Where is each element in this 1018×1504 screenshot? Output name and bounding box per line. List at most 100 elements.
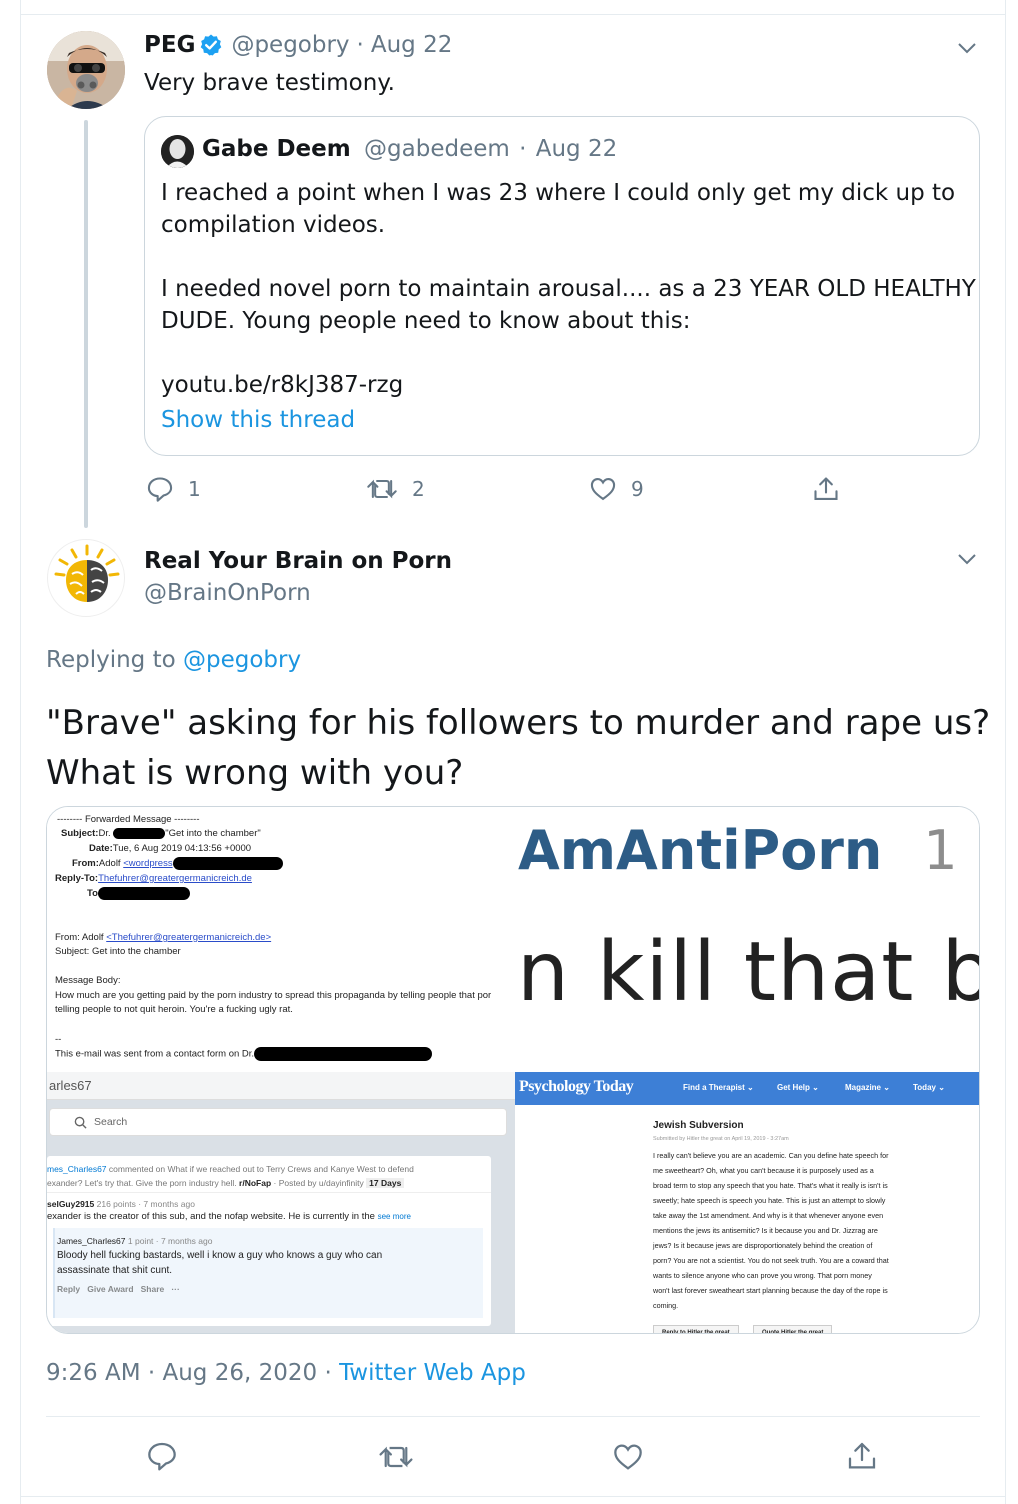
email-from-label: From: [72, 858, 99, 870]
like-count: 9 [631, 477, 644, 501]
main-like-button[interactable] [612, 1441, 644, 1477]
pt-submitted: Submitted by Hitler the great on April 1… [653, 1136, 789, 1142]
email-replyto-label: Reply-To: [55, 873, 99, 884]
pt-nav-bar: Psychology Today Find a Therapist ⌄ Get … [515, 1072, 979, 1105]
main-retweet-button[interactable] [378, 1441, 414, 1477]
author-name-main[interactable]: Real Your Brain on Porn [144, 548, 452, 574]
redaction-bar [254, 1047, 433, 1061]
replying-to-handle[interactable]: @pegobry [183, 647, 301, 673]
like-action[interactable]: 9 [589, 475, 644, 503]
retweet-icon [379, 1446, 413, 1468]
reddit-c1-line2: exander? Let's try that. Give the porn i… [47, 1178, 237, 1188]
quoted-header: Gabe Deem @gabedeem · Aug 22 [202, 136, 617, 162]
heart-icon [590, 478, 616, 501]
reddit-c1-badge: 17 Days [366, 1178, 405, 1188]
pt-btn-quote: Quote Hitler the great [753, 1325, 833, 1333]
pt-comment-line: sweetly; hate speech is speech you hate.… [653, 1196, 886, 1205]
pt-nav-item: Magazine ⌄ [845, 1083, 890, 1092]
replying-to-label: Replying to [46, 647, 176, 673]
pt-comment-line: me sweetheart? Oh, what you can't becaus… [653, 1166, 874, 1175]
thread-connector-line [84, 120, 88, 528]
avatar-pegobry-image [47, 31, 125, 109]
author-handle[interactable]: @pegobry [231, 32, 349, 58]
main-share-button[interactable] [846, 1440, 878, 1476]
quoted-line: compilation videos. [161, 212, 386, 238]
main-tweet-text: "Brave" asking for his followers to murd… [46, 698, 990, 798]
frame-top-border [20, 14, 1006, 15]
author-handle-main[interactable]: @BrainOnPorn [144, 580, 311, 606]
avatar-brainonporn[interactable] [47, 539, 125, 617]
redaction-bar [172, 857, 283, 870]
quoted-author-handle: @gabedeem [364, 136, 510, 162]
reddit-search-box: Search [49, 1108, 507, 1136]
reply-action[interactable]: 1 [146, 475, 201, 503]
avatar-pegobry[interactable] [47, 31, 125, 109]
quoted-separator: · [519, 136, 527, 162]
share-icon [848, 1442, 876, 1469]
reddit-c2-more: see more [377, 1212, 411, 1221]
tweet-text: Very brave testimony. [144, 70, 395, 96]
email-from-value: Adolf [98, 858, 121, 870]
show-thread-link[interactable]: Show this thread [161, 407, 355, 433]
main-reply-button[interactable] [146, 1440, 178, 1476]
reddit-c3-line: assassinate that shit cunt. [57, 1265, 173, 1276]
search-icon [74, 1116, 87, 1129]
tweet-date[interactable]: Aug 22 [371, 32, 453, 58]
replying-to: Replying to @pegobry [46, 647, 301, 673]
email-replyto-value: Thefuhrer@greatergermanicreich.de [98, 873, 252, 884]
action-bar-divider [46, 1416, 980, 1417]
main-tweet-line: What is wrong with you? [46, 753, 464, 793]
reddit-c1-user: mes_Charles67 [47, 1164, 107, 1174]
reddit-search-placeholder: Search [94, 1116, 128, 1128]
reddit-comment-card: mes_Charles67 commented on What if we re… [47, 1156, 491, 1326]
email-from-link: <wordpress [123, 858, 173, 870]
retweet-action[interactable]: 2 [366, 475, 425, 503]
tweet-source[interactable]: Twitter Web App [339, 1360, 526, 1386]
email-subject-post: "Get into the chamber" [165, 828, 261, 839]
share-icon [814, 477, 838, 500]
header-separator: · [356, 32, 364, 58]
tweet-media-image[interactable]: -------- Forwarded Message -------- Subj… [46, 806, 980, 1334]
reddit-c1-posted: · Posted by u/dayinfinity [273, 1178, 364, 1188]
pt-comment-line: mentions the jews its antisemitic? Is it… [653, 1226, 878, 1235]
amantiporn-title-suffix: 1 [923, 819, 958, 882]
pt-nav-item: Find a Therapist ⌄ [683, 1083, 754, 1092]
chevron-down-icon[interactable] [956, 40, 978, 54]
tweet-header: PEG @pegobry · Aug 22 [144, 32, 452, 58]
avatar-gabedeem [161, 135, 194, 168]
author-name[interactable]: PEG [144, 32, 195, 58]
psychology-today-screenshot: Psychology Today Find a Therapist ⌄ Get … [515, 1072, 979, 1333]
pt-comment-line: broad term to stop any speech that you h… [653, 1181, 888, 1190]
email-subject2: Subject: Get into the chamber [55, 946, 181, 957]
email-subject-label: Subject: [61, 828, 99, 839]
quoted-date: Aug 22 [535, 136, 618, 162]
email-date-value: Tue, 6 Aug 2019 04:13:56 +0000 [112, 843, 252, 854]
email-from2-link: <Thefuhrer@greatergermanicreich.de> [106, 932, 272, 943]
pt-nav-item: Today ⌄ [913, 1083, 945, 1092]
share-action[interactable] [812, 475, 840, 503]
reddit-c2-meta: 216 points · 7 months ago [96, 1199, 195, 1209]
reddit-c1-text: commented on What if we reached out to T… [108, 1164, 414, 1174]
chevron-down-icon[interactable] [956, 551, 978, 565]
email-dashes: -- [55, 1034, 62, 1045]
quoted-tweet-card[interactable]: Gabe Deem @gabedeem · Aug 22 I reached a… [144, 116, 980, 456]
verified-icon [199, 33, 223, 57]
tweet-timestamp[interactable]: 9:26 AM · Aug 26, 2020 [46, 1360, 317, 1386]
pt-comment-line: porn? You are not a scientist. You do no… [653, 1256, 889, 1265]
amantiporn-screenshot: AmAntiPorn 1 n kill that b [515, 807, 980, 1072]
email-subject-pre: Dr. [98, 828, 111, 839]
quoted-link[interactable]: youtu.be/r8kJ387-rzg [161, 369, 976, 401]
redaction-bar [113, 827, 166, 839]
email-footer: This e-mail was sent from a contact form… [55, 1048, 255, 1060]
reddit-c1-sub: r/NoFap [239, 1178, 272, 1188]
reddit-screenshot: arles67 Search mes_Charles67 commented o… [47, 1072, 515, 1333]
brain-logo-image [54, 544, 120, 602]
pt-comment-body: I really can't believe you are an academ… [653, 1148, 889, 1313]
kill-text: n kill that b [517, 925, 980, 1020]
reddit-c3-actions: Reply Give Award Share ··· [57, 1284, 180, 1294]
email-forwarded: -------- Forwarded Message -------- [57, 814, 200, 825]
pt-comment-line: I really can't believe you are an academ… [653, 1151, 889, 1160]
email-body-line: telling people to not quit heroin. You'r… [55, 1004, 293, 1015]
amantiporn-title: AmAntiPorn [518, 819, 883, 882]
main-tweet-line: "Brave" asking for his followers to murd… [46, 703, 991, 743]
